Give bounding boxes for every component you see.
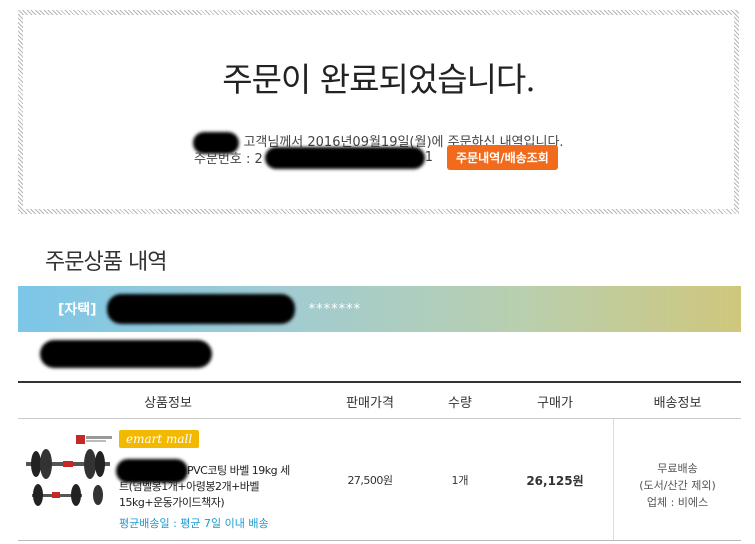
shipping-vendor: 업체 : 비에스	[646, 496, 709, 509]
order-number-row: 주문번호 : 2 1 주문내역/배송조회	[194, 145, 558, 170]
product-image[interactable]	[18, 433, 116, 515]
header-price: 판매가격	[346, 396, 394, 411]
redacted-recipient	[40, 340, 212, 368]
order-history-button[interactable]: 주문내역/배송조회	[447, 145, 558, 170]
product-name-link[interactable]: PVC코팅 바벨 19kg 세트(덤벨봉1개+아령봉2개+바벨15kg+운동가이…	[119, 463, 295, 511]
shipping-column-divider	[613, 419, 614, 541]
header-quantity: 수량	[448, 396, 472, 411]
order-complete-box: 주문이 완료되었습니다. 고객님께서 2016년09월19일(월)에 주문하신 …	[18, 10, 739, 214]
masked-phone: *******	[308, 301, 362, 317]
shipping-free: 무료배송	[657, 462, 698, 475]
complete-title: 주문이 완료되었습니다.	[222, 60, 536, 99]
shipping-info: 무료배송 (도서/산간 제외) 업체 : 비에스	[615, 460, 740, 511]
product-quantity: 1개	[451, 474, 469, 487]
section-title: 주문상품 내역	[45, 250, 167, 275]
delivery-estimate: 평균배송일 : 평균 7일 이내 배송	[119, 517, 269, 530]
table-top-border	[18, 381, 741, 383]
header-product-info: 상품정보	[144, 396, 192, 411]
product-total: 26,125원	[526, 474, 584, 488]
table-header-divider	[18, 418, 741, 419]
order-number-suffix: 1	[424, 150, 434, 165]
header-shipping: 배송정보	[653, 396, 702, 411]
shipping-exception: (도서/산간 제외)	[639, 479, 716, 492]
product-price: 27,500원	[347, 474, 393, 487]
redacted-order-number	[264, 146, 425, 169]
header-total: 구매가	[537, 396, 573, 411]
order-number-label: 주문번호 : 2	[194, 152, 263, 167]
emart-mall-badge: emart mall	[119, 430, 200, 448]
redacted-address	[106, 294, 295, 324]
shipping-address-band: [자택] *******	[18, 286, 741, 332]
address-type-label: [자택]	[58, 302, 97, 318]
table-bottom-border	[18, 540, 741, 541]
